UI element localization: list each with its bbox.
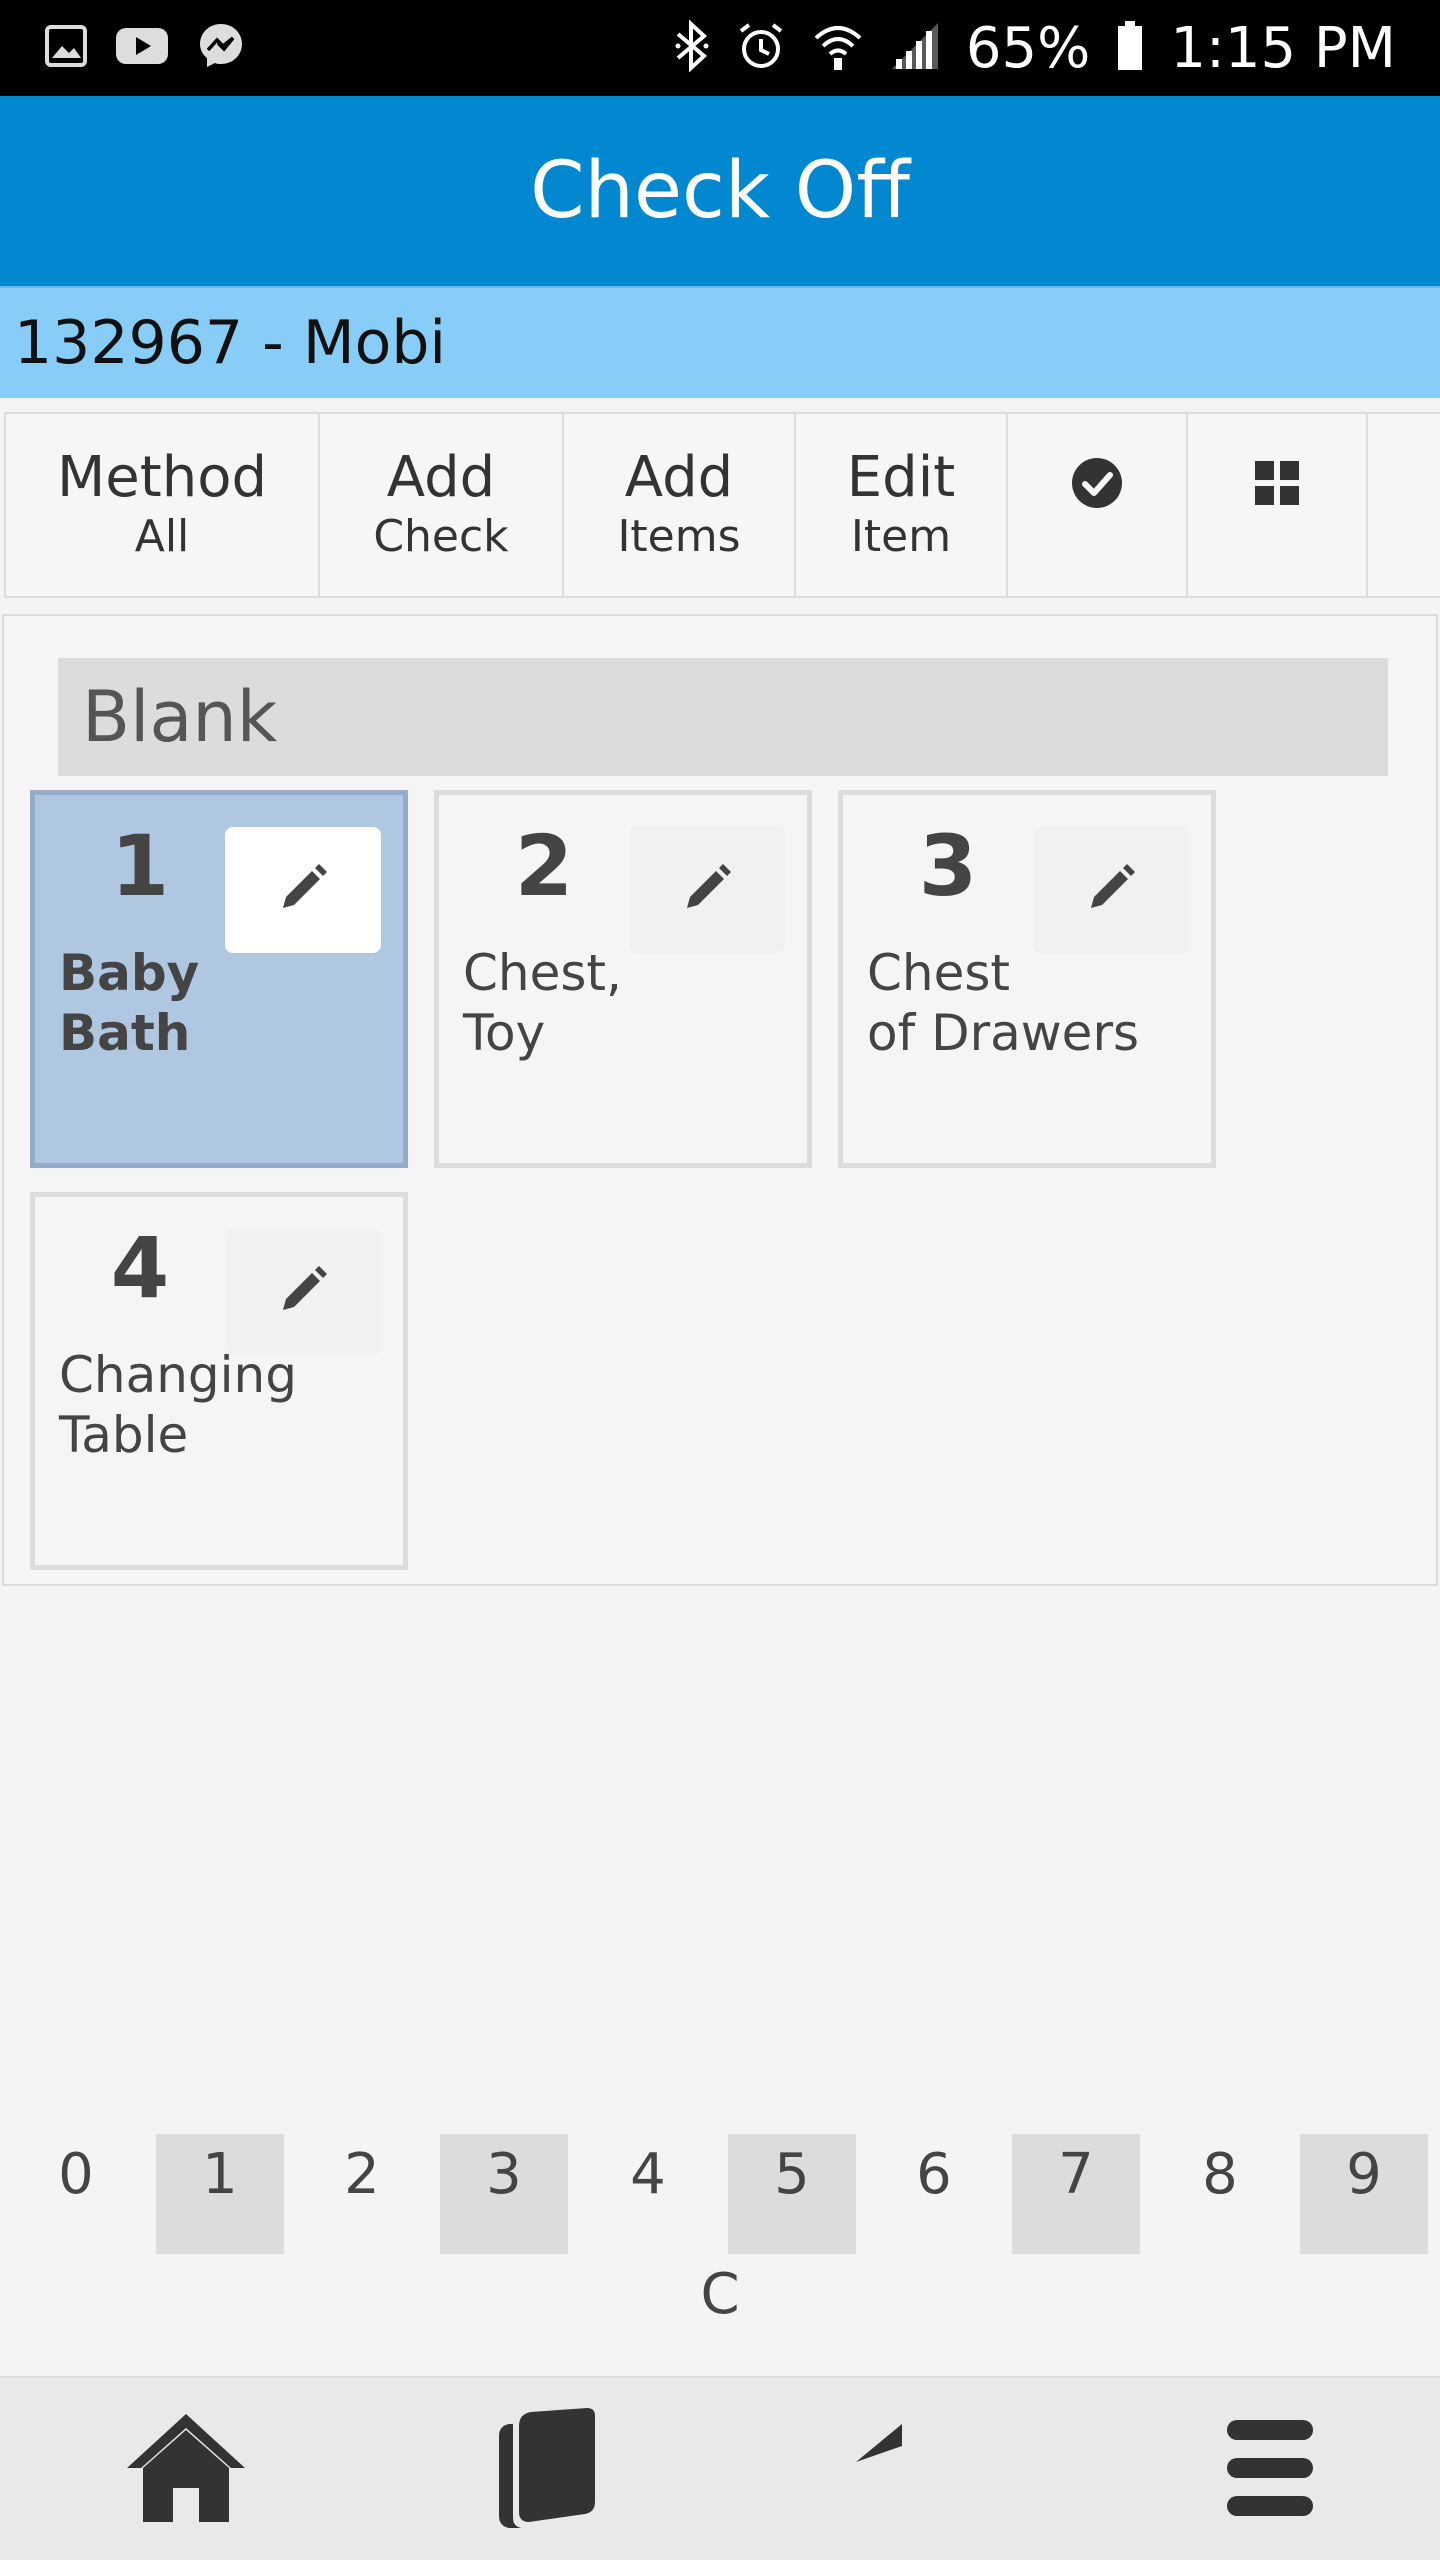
status-right-icons: 65% 1:15 PM: [674, 16, 1396, 81]
numpad-key-6[interactable]: 6: [870, 2134, 998, 2254]
edit-item-4-button[interactable]: [225, 1229, 381, 1355]
numpad-key-2[interactable]: 2: [298, 2134, 426, 2254]
battery-icon: [1116, 20, 1144, 77]
item-tile-3[interactable]: 3 Chest of Drawers: [838, 790, 1216, 1168]
add-items-label: Add: [624, 445, 734, 511]
pencil-icon: [277, 862, 329, 919]
menu-icon: [1225, 2416, 1315, 2525]
item-tile-1[interactable]: 1 Baby Bath: [30, 790, 408, 1168]
numpad-key-8[interactable]: 8: [1156, 2134, 1284, 2254]
numpad-key-5[interactable]: 5: [728, 2134, 856, 2254]
edit-item-3-button[interactable]: [1033, 827, 1189, 953]
pencil-icon: [1085, 862, 1137, 919]
item-label: Chest of Drawers: [867, 944, 1140, 1062]
status-left-icons: [44, 21, 246, 76]
numpad-clear-key[interactable]: C: [660, 2254, 780, 2334]
battery-percent: 65%: [965, 15, 1091, 81]
wifi-icon: [812, 20, 864, 77]
book-icon: [491, 2406, 601, 2535]
method-button[interactable]: Method All: [4, 412, 318, 598]
numpad-key-3[interactable]: 3: [440, 2134, 568, 2254]
home-icon: [121, 2410, 251, 2531]
edit-item-button[interactable]: Edit Item: [794, 412, 1006, 598]
numpad: 0 1 2 3 4 5 6 7 8 9: [0, 2134, 1440, 2254]
gallery-icon: [44, 24, 88, 73]
numpad-key-4[interactable]: 4: [584, 2134, 712, 2254]
bluetooth-icon: [674, 18, 710, 77]
group-header: Blank: [58, 658, 1388, 776]
numpad-key-9[interactable]: 9: [1300, 2134, 1428, 2254]
edit-item-label: Edit: [846, 445, 956, 511]
job-title: 132967 - Mobi: [14, 308, 447, 378]
menu-button[interactable]: [1120, 2378, 1420, 2560]
item-tile-4[interactable]: 4 Changing Table: [30, 1192, 408, 1570]
page-title: Check Off: [530, 146, 910, 236]
home-button[interactable]: [36, 2378, 336, 2560]
job-bar: 132967 - Mobi: [0, 286, 1440, 398]
edit-item-sublabel: Item: [850, 510, 952, 562]
grid-view-button[interactable]: [1186, 412, 1366, 598]
add-check-label: Add: [386, 445, 496, 511]
item-number: 2: [514, 817, 574, 915]
edit-item-2-button[interactable]: [629, 827, 785, 953]
group-title: Blank: [82, 676, 278, 758]
check-circle-icon: [1070, 456, 1124, 515]
edit-item-1-button[interactable]: [225, 827, 381, 953]
status-bar: 65% 1:15 PM: [0, 0, 1440, 96]
item-label: Changing Table: [59, 1346, 297, 1464]
back-icon: [852, 2418, 972, 2523]
add-items-sublabel: Items: [617, 510, 741, 562]
item-number: 3: [918, 817, 978, 915]
pencil-icon: [277, 1264, 329, 1321]
signal-icon: [890, 21, 940, 76]
method-value: All: [134, 510, 190, 562]
bottom-nav: [0, 2376, 1440, 2560]
add-check-button[interactable]: Add Check: [318, 412, 562, 598]
messenger-icon: [196, 21, 246, 76]
toolbar: Method All Add Check Add Items Edit Item: [0, 412, 1440, 598]
item-number: 1: [110, 817, 170, 915]
method-label: Method: [56, 445, 268, 511]
grid-icon: [1253, 459, 1301, 512]
add-check-sublabel: Check: [373, 510, 509, 562]
clock: 1:15 PM: [1170, 15, 1396, 81]
app-header: Check Off: [0, 96, 1440, 286]
back-button[interactable]: [762, 2378, 1062, 2560]
add-items-button[interactable]: Add Items: [562, 412, 794, 598]
numpad-key-0[interactable]: 0: [12, 2134, 140, 2254]
item-number: 4: [110, 1219, 170, 1317]
numpad-key-1[interactable]: 1: [156, 2134, 284, 2254]
pencil-icon: [681, 862, 733, 919]
alarm-icon: [736, 21, 786, 76]
youtube-icon: [114, 24, 170, 73]
book-button[interactable]: [396, 2378, 696, 2560]
toolbar-more-button[interactable]: [1366, 412, 1440, 598]
item-tile-2[interactable]: 2 Chest, Toy: [434, 790, 812, 1168]
item-label: Chest, Toy: [463, 944, 622, 1062]
numpad-key-7[interactable]: 7: [1012, 2134, 1140, 2254]
check-all-button[interactable]: [1006, 412, 1186, 598]
items-panel: Blank 1 Baby Bath 2 Chest, Toy 3 Chest o…: [2, 614, 1438, 1586]
item-label: Baby Bath: [59, 944, 200, 1062]
